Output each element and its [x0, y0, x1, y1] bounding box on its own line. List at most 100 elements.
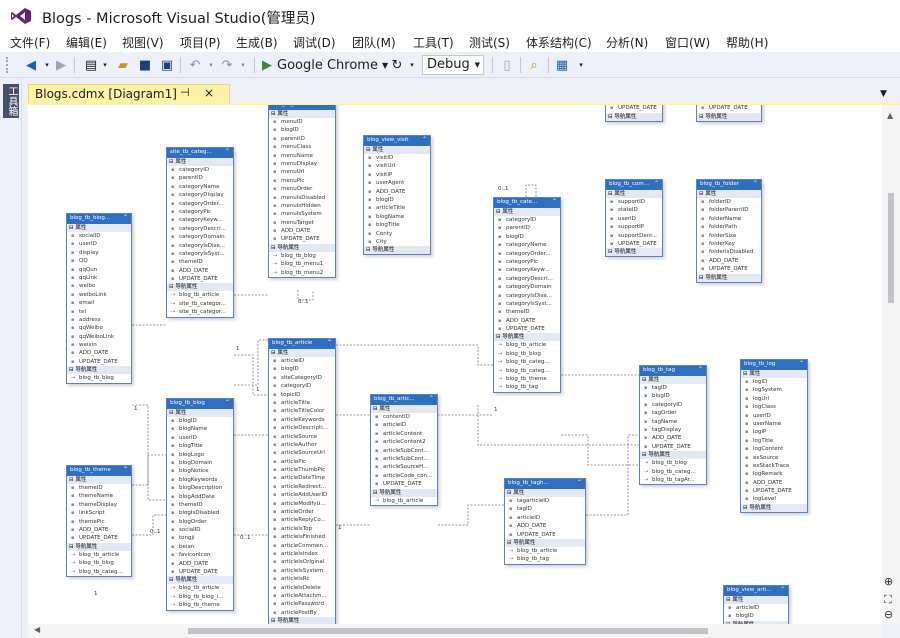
entity-property[interactable]: linkScript: [67, 509, 131, 518]
properties-section-header[interactable]: ⊟ 属性: [67, 224, 131, 232]
entity-blog-view-arti-[interactable]: blog_view_arti...⊟ 属性articleIDblogID⊟ 导航…: [723, 585, 789, 624]
entity-property[interactable]: ADD_DATE: [640, 434, 706, 443]
solution-configuration-select[interactable]: Debug ▼: [422, 55, 484, 75]
entity-property[interactable]: tagName: [640, 418, 706, 427]
entity-property[interactable]: articleAttachm...: [269, 592, 335, 601]
entity-property[interactable]: categoryIsDisa...: [494, 292, 560, 301]
entity-property[interactable]: categoryDomain: [167, 233, 233, 242]
zoom-in-icon[interactable]: ⊕: [884, 575, 893, 588]
navigation-section-header[interactable]: ⊟ 导航属性: [640, 451, 706, 460]
properties-section-header[interactable]: ⊟ 属性: [741, 370, 807, 378]
entity-title[interactable]: blog_tb_theme: [67, 466, 131, 476]
entity-property[interactable]: articleContent2: [371, 438, 437, 447]
entity-property[interactable]: tagDisplay: [640, 426, 706, 435]
entity-blog-tb-blog[interactable]: blog_tb_blog⊟ 属性blogIDblogNameuserIDblog…: [166, 398, 234, 611]
entity-title[interactable]: blog_view_arti...: [724, 586, 788, 596]
association-line[interactable]: [477, 405, 639, 446]
entity-property[interactable]: articleCode_con...: [371, 472, 437, 481]
entity-blog-tb-article[interactable]: blog_tb_article⊟ 属性articleIDblogIDsiteCa…: [268, 338, 336, 624]
scroll-left-icon[interactable]: ◀: [34, 625, 40, 634]
entity-property[interactable]: ADD_DATE: [167, 267, 233, 276]
forward-icon[interactable]: ▶: [52, 56, 70, 74]
entity-property[interactable]: weixin: [67, 341, 131, 350]
entity-navigation-property[interactable]: blog_tb_blog_i...: [167, 593, 233, 602]
entity-property[interactable]: menuOrder: [269, 185, 335, 194]
entity-property[interactable]: blogLogo: [167, 451, 233, 460]
entity-property[interactable]: articleSubCont...: [371, 447, 437, 456]
entity-property[interactable]: Conty: [364, 230, 430, 239]
entity-property[interactable]: stateID: [606, 206, 662, 215]
entity-property[interactable]: UPDATE_DATE: [640, 443, 706, 452]
entity-navigation-property[interactable]: blog_tb_blog: [67, 374, 131, 382]
pin-icon[interactable]: ⊣: [180, 86, 190, 99]
entity-blog-tb-tagh-[interactable]: blog_tb_tagh...⊟ 属性tagarticleIDtagIDarti…: [504, 478, 586, 565]
properties-section-header[interactable]: ⊟ 属性: [269, 349, 335, 357]
entity-property[interactable]: UPDATE_DATE: [606, 240, 662, 249]
entity-title[interactable]: blog_tb_artic...: [371, 395, 437, 405]
menu-test[interactable]: 测试(S): [469, 33, 510, 52]
entity-navigation-property[interactable]: blog_tb_theme: [494, 375, 560, 384]
menu-team[interactable]: 团队(M): [352, 33, 396, 52]
new-project-dropdown-icon[interactable]: ▾: [96, 56, 114, 74]
entity-property[interactable]: address: [67, 316, 131, 325]
tab-list-dropdown-icon[interactable]: ▼: [880, 89, 887, 99]
open-folder-icon[interactable]: ▰: [114, 56, 132, 74]
entity-site-tb-menu[interactable]: site_tb_menu⊟ 属性menuIDblogIDparentIDmenu…: [268, 105, 336, 279]
association-line[interactable]: [586, 434, 639, 516]
entity-property[interactable]: articleRedirect...: [269, 483, 335, 492]
entity-property[interactable]: blogID: [167, 417, 233, 426]
entity-property[interactable]: logClass: [741, 403, 807, 412]
entity-property[interactable]: userID: [167, 434, 233, 443]
entity-property[interactable]: menuIsSystem: [269, 210, 335, 219]
entity-property[interactable]: categoryOrder...: [494, 250, 560, 259]
entity-property[interactable]: exSource: [741, 454, 807, 463]
entity-property[interactable]: ADD_DATE: [697, 257, 761, 266]
save-all-icon[interactable]: ▣: [158, 56, 176, 74]
entity-property[interactable]: categoryIsDise...: [167, 242, 233, 251]
entity-property[interactable]: folderIsDisabled: [697, 248, 761, 257]
entity-title[interactable]: blog_tb_cate...: [494, 198, 560, 208]
entity-property[interactable]: ADD_DATE: [269, 227, 335, 236]
entity-property[interactable]: display: [67, 249, 131, 258]
entity-property[interactable]: articleDateTime: [269, 474, 335, 483]
entity-property[interactable]: UPDATE_DATE: [67, 358, 131, 367]
entity-property[interactable]: socialID: [167, 526, 233, 535]
entity-property[interactable]: articleID: [724, 604, 788, 613]
entity-property[interactable]: folderParentID: [697, 206, 761, 215]
vertical-scrollbar[interactable]: ▲ ⊕ ⛶ ⊖: [882, 105, 900, 624]
entity-property[interactable]: blogID: [269, 365, 335, 374]
entity-property[interactable]: categoryName: [167, 183, 233, 192]
entity-property[interactable]: blogAddDate: [167, 493, 233, 502]
entity-property[interactable]: blogIsDisabled: [167, 509, 233, 518]
properties-section-header[interactable]: ⊟ 属性: [505, 489, 585, 497]
vertical-scroll-thumb[interactable]: [888, 193, 894, 303]
properties-section-header[interactable]: ⊟ 属性: [167, 409, 233, 417]
properties-section-header[interactable]: ⊟ 属性: [269, 110, 335, 118]
entity-blog-tb-com-[interactable]: blog_tb_com...⊟ 属性supportIDstateIDuserID…: [605, 179, 663, 258]
entity-property[interactable]: articleIsFinished: [269, 533, 335, 542]
horizontal-scroll-thumb[interactable]: [188, 628, 708, 634]
entity-property[interactable]: tagOrder: [640, 409, 706, 418]
zoom-out-icon[interactable]: ⊖: [884, 608, 893, 621]
entity-property[interactable]: categoryDescri...: [494, 275, 560, 284]
entity-property[interactable]: UPDATE_DATE: [269, 235, 335, 244]
entity-property[interactable]: articleAddUserID: [269, 491, 335, 500]
entity-property[interactable]: blogTitle: [167, 442, 233, 451]
entity-property[interactable]: blogID: [640, 392, 706, 401]
entity-property[interactable]: categoryDisplay: [167, 191, 233, 200]
entity-property[interactable]: ADD_DATE: [494, 317, 560, 326]
entity-fragment[interactable]: ADD_DATEUPDATE_DATE⊟ 导航属性: [605, 105, 663, 122]
entity-title[interactable]: blog_tb_article: [269, 339, 335, 349]
entity-property[interactable]: parentID: [167, 174, 233, 183]
entity-navigation-property[interactable]: blog_tb_tagAr...: [640, 476, 706, 484]
entity-site-tb-categ-[interactable]: site_tb_categ...⊟ 属性categoryIDparentIDca…: [166, 147, 234, 318]
entity-property[interactable]: articlePassword: [269, 600, 335, 609]
zoom-fit-icon[interactable]: ⛶: [884, 593, 892, 607]
entity-property[interactable]: visitIP: [364, 171, 430, 180]
entity-navigation-property[interactable]: blog_tb_tag: [505, 555, 585, 563]
entity-property[interactable]: qqLink: [67, 274, 131, 283]
entity-property[interactable]: supportID: [606, 198, 662, 207]
association-line[interactable]: [525, 184, 537, 197]
entity-navigation-property[interactable]: blog_tb_tag: [494, 383, 560, 391]
entity-property[interactable]: beian: [167, 543, 233, 552]
